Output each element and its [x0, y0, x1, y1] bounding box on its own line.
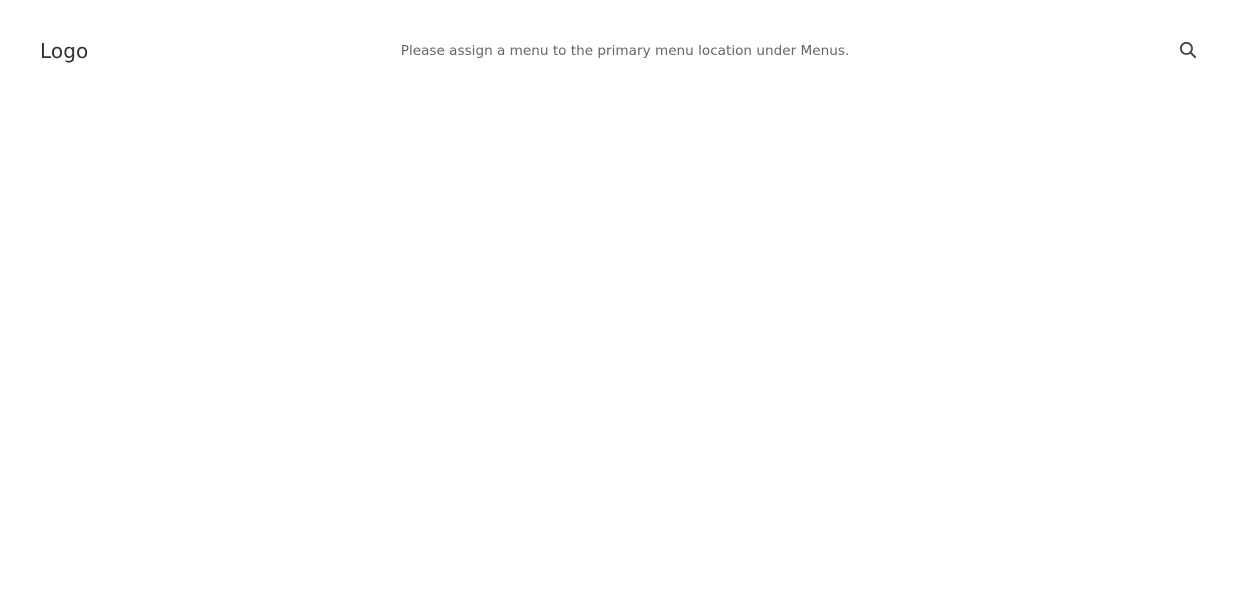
menu-notice-text: Please assign a menu to the primary menu… [400, 43, 801, 59]
page-content [0, 100, 1250, 600]
site-header: Logo Please assign a menu to the primary… [0, 0, 1250, 100]
search-icon [1179, 41, 1199, 59]
primary-menu-notice: Please assign a menu to the primary menu… [0, 41, 1250, 61]
menu-notice-punctuation: . [844, 43, 850, 59]
search-button[interactable] [1179, 40, 1199, 60]
menus-link[interactable]: Menus [801, 43, 845, 59]
